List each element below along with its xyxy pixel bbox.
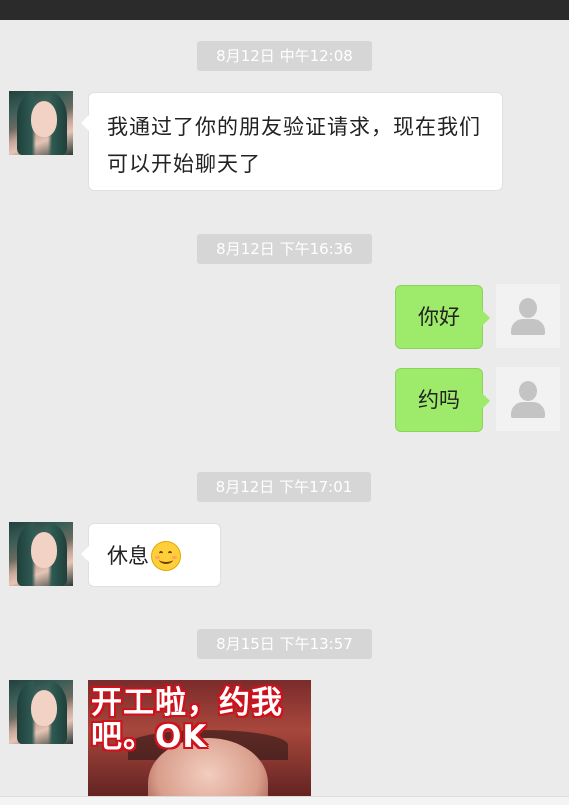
- smile-emoji-icon: [151, 541, 181, 571]
- contact-avatar[interactable]: [9, 91, 73, 155]
- outgoing-message-bubble[interactable]: 约吗: [395, 368, 490, 432]
- default-user-avatar-icon: [519, 298, 537, 318]
- default-user-avatar-icon-body: [511, 319, 545, 335]
- default-user-avatar-icon-body: [511, 402, 545, 418]
- status-bar: [0, 0, 569, 20]
- avatar-face: [31, 690, 57, 726]
- contact-avatar[interactable]: [9, 680, 73, 744]
- self-avatar[interactable]: [496, 284, 560, 348]
- timestamp: 8月12日 下午16:36: [197, 234, 372, 264]
- incoming-message-bubble[interactable]: 休息: [81, 523, 221, 587]
- message-text: 约吗: [418, 388, 460, 412]
- timestamp: 8月12日 下午17:01: [197, 472, 371, 502]
- image-caption-line-1: 开工啦，约我: [91, 685, 283, 721]
- message-text: 休息: [107, 544, 149, 568]
- message-text: 你好: [418, 305, 460, 329]
- outgoing-message-bubble[interactable]: 你好: [395, 285, 490, 349]
- timestamp: 8月15日 下午13:57: [197, 629, 372, 659]
- image-caption-line-2: 吧。OK: [91, 719, 208, 755]
- timestamp: 8月12日 中午12:08: [197, 41, 372, 71]
- default-user-avatar-icon: [519, 381, 537, 401]
- contact-avatar[interactable]: [9, 522, 73, 586]
- image-caption: 开工啦，约我 吧。OK: [91, 686, 311, 754]
- message-text: 我通过了你的朋友验证请求，现在我们可以开始聊天了: [107, 115, 481, 176]
- message-content: 休息: [89, 524, 220, 587]
- avatar-face: [31, 532, 57, 568]
- self-avatar[interactable]: [496, 367, 560, 431]
- avatar-face: [31, 101, 57, 137]
- image-message[interactable]: 开工啦，约我 吧。OK: [88, 680, 311, 804]
- incoming-message-bubble[interactable]: 我通过了你的朋友验证请求，现在我们可以开始聊天了: [81, 92, 503, 191]
- emoji-mouth: [159, 555, 173, 564]
